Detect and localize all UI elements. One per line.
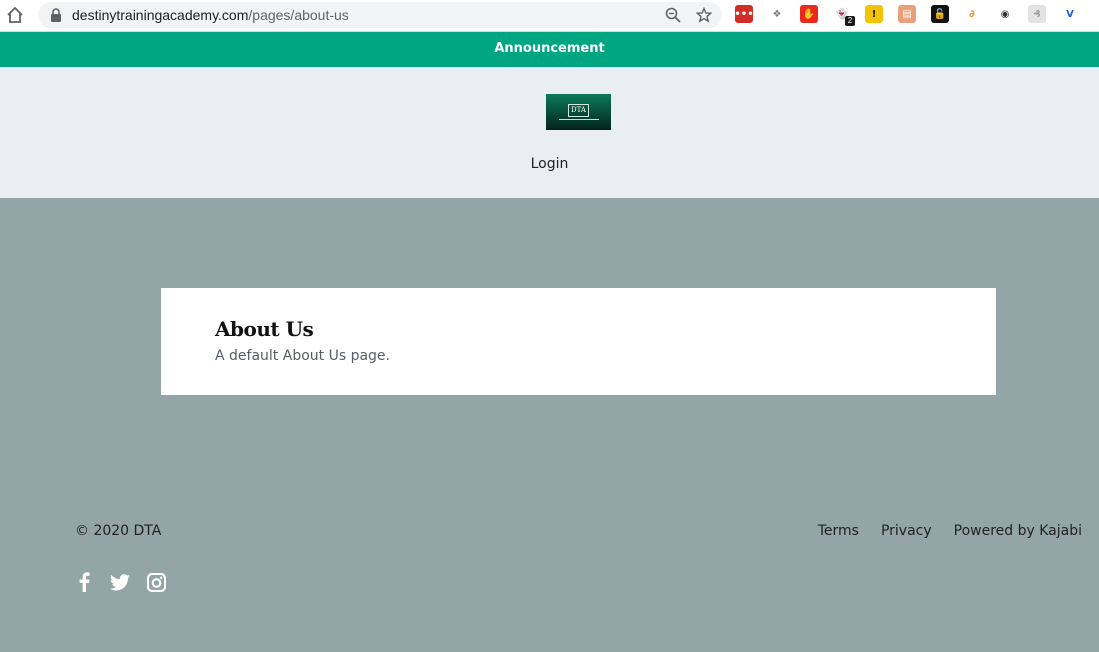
grammar-extension-icon[interactable]: ∂ [963,5,981,23]
v-extension-icon[interactable]: V [1061,5,1079,23]
address-bar[interactable]: destinytrainingacademy.com/pages/about-u… [38,2,722,28]
social-links [74,572,182,592]
twitter-icon[interactable] [110,572,130,592]
url-domain: destinytrainingacademy.com [72,7,249,23]
logo-underline [558,119,599,120]
lamp-extension-icon[interactable]: ₰ [1028,5,1046,23]
footer-link-terms[interactable]: Terms [818,523,859,539]
logo-mark: DTA [568,104,589,117]
mask-extension-icon[interactable]: ◉ [996,5,1014,23]
announcement-bar[interactable]: Announcement [0,32,1099,67]
printer-extension-icon[interactable]: ▤ [898,5,916,23]
url-text[interactable]: destinytrainingacademy.com/pages/about-u… [72,7,349,23]
ghostery-badge: 2 [845,16,855,26]
logo-text: DTA [571,106,586,114]
site-header: DTA Login [0,67,1099,198]
login-link-wrapper: Login [0,156,1099,172]
page-description: A default About Us page. [215,348,390,364]
lock-icon[interactable] [50,8,62,22]
profile-extension-icon[interactable]: ◔ [1094,5,1099,23]
footer-link-privacy[interactable]: Privacy [881,523,932,539]
facebook-icon[interactable] [74,572,94,592]
warning-extension-icon[interactable]: ! [865,5,883,23]
zoom-out-icon[interactable] [664,6,682,24]
adblock-extension-icon[interactable]: ✋ [800,5,818,23]
footer-link-powered-by[interactable]: Powered by Kajabi [954,523,1082,539]
dropbox-extension-icon[interactable]: ❖ [768,5,786,23]
url-path: /pages/about-us [248,7,349,23]
instagram-icon[interactable] [146,572,166,592]
footer-copyright: © 2020 DTA [75,523,162,539]
star-icon[interactable] [695,6,713,24]
page-title: About Us [215,317,314,341]
browser-toolbar: destinytrainingacademy.com/pages/about-u… [0,0,1099,32]
announcement-text: Announcement [494,41,605,56]
footer-links: Terms Privacy Powered by Kajabi [796,523,1082,539]
about-card: About Us A default About Us page. [161,288,996,395]
home-icon[interactable] [4,4,26,26]
login-link[interactable]: Login [531,156,569,172]
site-logo[interactable]: DTA [546,94,611,130]
lastpass-extension-icon[interactable]: ••• [734,5,754,23]
lock-extension-icon[interactable]: 🔓 [931,5,949,23]
